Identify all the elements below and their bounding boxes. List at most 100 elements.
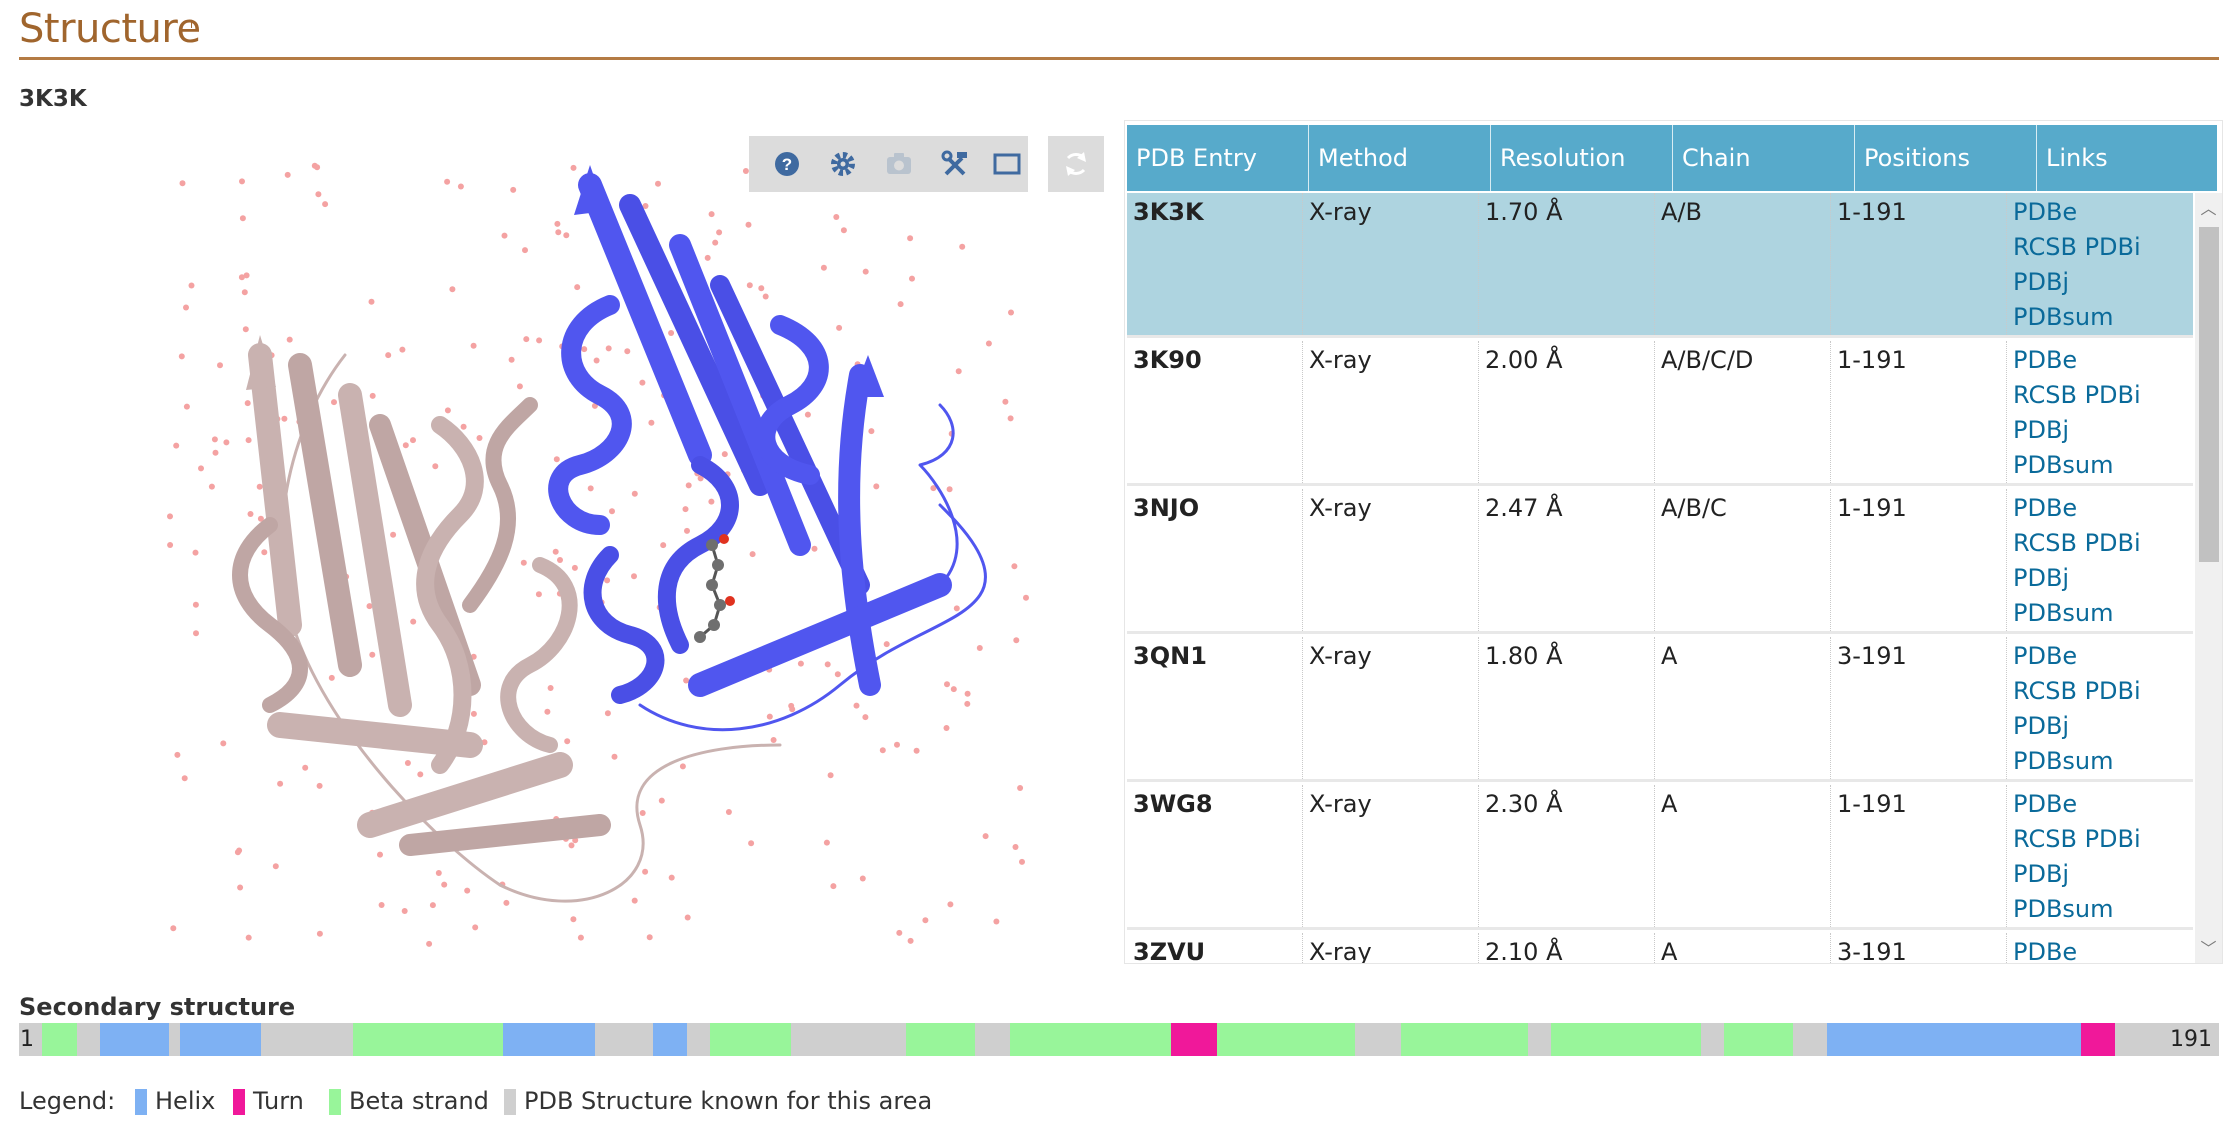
water-dot — [804, 411, 811, 418]
tools-icon[interactable] — [937, 146, 973, 182]
ss-segment-beta[interactable] — [710, 1023, 791, 1056]
table-row[interactable]: 3NJO X-ray 2.47 Å A/B/C 1-191 PDBe RCSB PDBi PD… — [1127, 489, 2193, 634]
external-link-pdbsum[interactable]: PDBsum — [2013, 596, 2193, 631]
external-link-pdbe[interactable]: PDBe — [2013, 343, 2193, 378]
external-link-pdbsum[interactable]: PDBsum — [2013, 892, 2193, 927]
water-dot — [587, 485, 594, 492]
method-cell: X-ray — [1303, 489, 1479, 631]
column-header-links[interactable]: Links — [2037, 125, 2217, 191]
reset-view-button[interactable] — [1048, 136, 1104, 192]
water-dot — [369, 651, 376, 658]
ss-segment-beta[interactable] — [1550, 1023, 1701, 1056]
water-dot — [593, 357, 600, 364]
ss-segment-beta[interactable] — [1401, 1023, 1528, 1056]
water-dot — [368, 298, 375, 305]
water-dot — [217, 362, 223, 369]
water-dot — [238, 274, 245, 281]
structure-viewer[interactable] — [140, 125, 1140, 965]
water-dot — [472, 924, 479, 931]
external-link-pdbe[interactable]: PDBe — [2013, 787, 2193, 822]
camera-icon[interactable] — [881, 146, 917, 182]
positions-cell: 1-191 — [1831, 785, 2007, 927]
external-link-pdbsum[interactable]: PDBsum — [2013, 744, 2193, 779]
water-dot — [516, 383, 523, 390]
pdb-entry-cell: 3NJO — [1127, 489, 1303, 631]
external-link-rcsb-pdbi[interactable]: RCSB PDBi — [2013, 230, 2193, 265]
water-dot — [943, 725, 950, 731]
water-dot — [577, 934, 584, 941]
column-header-method[interactable]: Method — [1309, 125, 1491, 191]
ss-segment-beta[interactable] — [353, 1023, 503, 1056]
water-dot — [611, 753, 618, 760]
table-row[interactable]: 3QN1 X-ray 1.80 Å A 3-191 PDBe RCSB PDBi PDBj PD… — [1127, 637, 2193, 782]
external-link-pdbj[interactable]: PDBj — [2013, 265, 2193, 300]
external-link-pdbe[interactable]: PDBe — [2013, 639, 2193, 674]
table-row[interactable]: 3K3K X-ray 1.70 Å A/B 1-191 PDBe RCSB PDBi PDBj… — [1127, 193, 2193, 338]
water-dot — [811, 545, 818, 552]
water-dot — [167, 513, 173, 520]
water-dot — [237, 884, 244, 891]
ss-segment-beta[interactable] — [1216, 1023, 1356, 1056]
water-dot — [1023, 594, 1029, 601]
external-link-pdbsum[interactable]: PDBsum — [2013, 300, 2193, 335]
ss-segment-helix[interactable] — [180, 1023, 261, 1056]
external-link-pdbe[interactable]: PDBe — [2013, 195, 2193, 230]
external-link-pdbe[interactable]: PDBe — [2013, 935, 2193, 963]
table-row[interactable]: 3K90 X-ray 2.00 Å A/B/C/D 1-191 PDBe RCSB PDBi… — [1127, 341, 2193, 486]
ss-segment-helix[interactable] — [1827, 1023, 2081, 1056]
column-header-resolution[interactable]: Resolution — [1491, 125, 1673, 191]
fullscreen-icon[interactable] — [989, 146, 1025, 182]
legend-swatch-beta — [329, 1089, 341, 1115]
ss-segment-beta[interactable] — [1009, 1023, 1171, 1056]
links-cell: PDBeRCSB PDBiPDBjPDBsum — [2007, 637, 2193, 779]
water-dot — [470, 342, 477, 349]
external-link-rcsb-pdbi[interactable]: RCSB PDBi — [2013, 526, 2193, 561]
ss-segment-helix[interactable] — [99, 1023, 169, 1056]
water-dot — [922, 917, 929, 924]
ss-segment-beta[interactable] — [42, 1023, 77, 1056]
ss-segment-helix[interactable] — [502, 1023, 595, 1056]
external-link-pdbj[interactable]: PDBj — [2013, 857, 2193, 892]
scroll-up-icon[interactable]: ︿ — [2195, 195, 2222, 223]
external-link-rcsb-pdbi[interactable]: RCSB PDBi — [2013, 674, 2193, 709]
ss-segment-turn[interactable] — [1170, 1023, 1217, 1056]
info-icon[interactable]: i — [190, 18, 193, 31]
help-icon[interactable]: ? — [769, 146, 805, 182]
ss-segment-turn[interactable] — [2080, 1023, 2116, 1056]
chain-cell: A/B/C/D — [1655, 341, 1831, 483]
water-dot — [683, 677, 690, 684]
water-dot — [460, 423, 467, 430]
table-scrollbar[interactable]: ︿ ﹀ — [2195, 193, 2222, 963]
scroll-thumb[interactable] — [2199, 227, 2219, 562]
column-header-chain[interactable]: Chain — [1673, 125, 1855, 191]
ss-segment-beta[interactable] — [1723, 1023, 1793, 1056]
water-dot — [684, 914, 691, 921]
table-row[interactable]: 3WG8 X-ray 2.30 Å A 1-191 PDBe RCSB PDBi PDBj PD… — [1127, 785, 2193, 930]
scroll-down-icon[interactable]: ﹀ — [2195, 935, 2222, 963]
protein-structure-render[interactable] — [140, 125, 1140, 965]
water-dot — [1007, 415, 1014, 422]
water-dot — [464, 887, 471, 894]
column-header-pdb-entry[interactable]: PDB Entry — [1127, 125, 1309, 191]
chain-cell: A — [1655, 637, 1831, 779]
settings-icon[interactable] — [825, 146, 861, 182]
external-link-pdbe[interactable]: PDBe — [2013, 491, 2193, 526]
external-link-pdbsum[interactable]: PDBsum — [2013, 448, 2193, 483]
external-link-pdbj[interactable]: PDBj — [2013, 561, 2193, 596]
water-dot — [399, 346, 406, 353]
water-dot — [959, 243, 966, 250]
water-dot — [907, 937, 914, 944]
water-dot — [1011, 563, 1018, 570]
water-dot — [574, 284, 581, 291]
external-link-rcsb-pdbi[interactable]: RCSB PDBi — [2013, 822, 2193, 857]
legend-item-turn: Turn — [253, 1087, 304, 1115]
column-header-positions[interactable]: Positions — [1855, 125, 2037, 191]
external-link-rcsb-pdbi[interactable]: RCSB PDBi — [2013, 378, 2193, 413]
external-link-pdbj[interactable]: PDBj — [2013, 413, 2193, 448]
external-link-pdbj[interactable]: PDBj — [2013, 709, 2193, 744]
ss-segment-beta[interactable] — [905, 1023, 976, 1056]
ss-segment-helix[interactable] — [652, 1023, 688, 1056]
positions-cell: 3-191 — [1831, 933, 2007, 963]
water-dot — [315, 191, 322, 198]
table-row[interactable]: 3ZVUX-ray2.10 ÅA3-191PDBeRCSB PDBiPDBjPD… — [1127, 933, 2193, 963]
